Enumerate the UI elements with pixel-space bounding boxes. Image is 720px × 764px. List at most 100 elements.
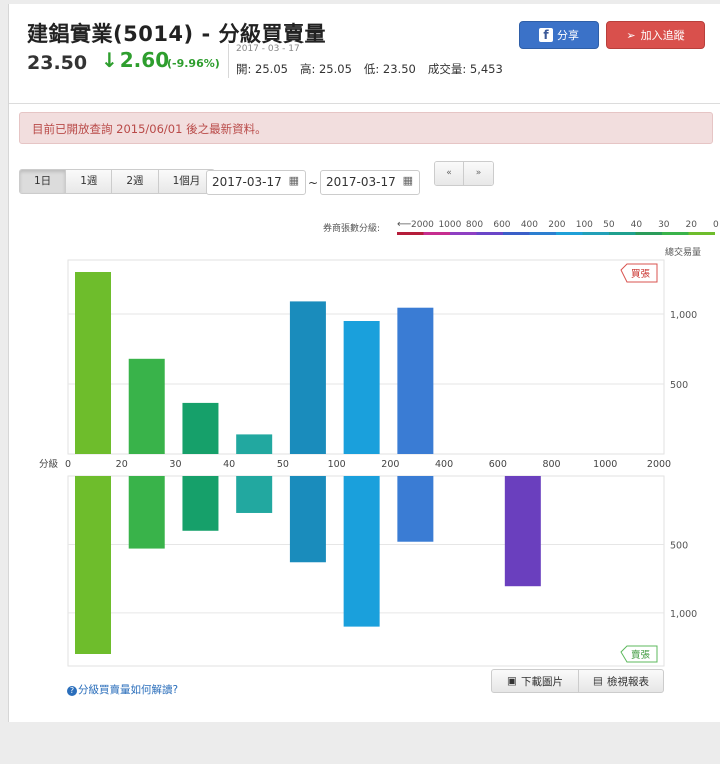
- high-price: 高: 25.05: [299, 62, 352, 76]
- buy-bar: [343, 321, 380, 454]
- legend-level-label: 0: [713, 220, 719, 230]
- legend-level-label: 200: [548, 220, 565, 230]
- y-tick-label: 1,000: [670, 310, 697, 321]
- legend-level-label: 1000: [438, 220, 461, 230]
- range-button-1w[interactable]: 1週: [66, 170, 113, 193]
- x-tick-label: 600: [489, 459, 507, 470]
- range-button-2w[interactable]: 2週: [112, 170, 159, 193]
- legend-level-label: 40: [631, 220, 643, 230]
- x-axis-title: 分級: [39, 458, 59, 470]
- legend-level-label: 50: [603, 220, 615, 230]
- buy-tag-label: 買張: [631, 269, 651, 280]
- sell-bar: [289, 476, 326, 563]
- volume-tier-chart: 券商張數分級: ⟵ 2000 1000 800 600 400 200 100 50 40 30 20 0…: [39, 219, 719, 667]
- sell-bar: [343, 476, 380, 627]
- open-price: 開: 25.05: [236, 62, 288, 76]
- legend-arrow: ⟵: [397, 219, 411, 230]
- down-arrow-icon: ↓: [101, 48, 118, 72]
- date-range-separator: ~: [308, 176, 319, 190]
- x-tick-label: 100: [328, 459, 346, 470]
- next-day-button[interactable]: »: [464, 162, 493, 185]
- legend-level-label: 400: [521, 220, 538, 230]
- y-tick-label: 500: [670, 380, 688, 391]
- legend-level-label: 100: [576, 220, 593, 230]
- date-from-value: 2017-03-17: [212, 175, 282, 189]
- price-change-value: 2.60: [119, 48, 170, 72]
- help-link-label: 分級買賣量如何解讀?: [78, 684, 179, 696]
- x-tick-label: 50: [277, 459, 289, 470]
- x-tick-label: 200: [381, 459, 399, 470]
- price-change: ↓ 2.60: [101, 48, 169, 72]
- x-tick-label: 20: [116, 459, 128, 470]
- notice-alert: 目前已開放查詢 2015/06/01 後之最新資料。: [19, 112, 713, 144]
- quote-stats: 開: 25.05 高: 25.05 低: 23.50 成交量: 5,453: [236, 61, 515, 77]
- x-tick-label: 0: [65, 459, 71, 470]
- legend-color-swatch: [635, 232, 662, 235]
- buy-bar: [397, 307, 434, 454]
- legend-color-swatch: [529, 232, 556, 235]
- buy-bar: [182, 402, 219, 454]
- date-to-input[interactable]: 2017-03-17 ▦: [320, 170, 420, 195]
- date-from-input[interactable]: 2017-03-17 ▦: [206, 170, 306, 195]
- calendar-icon[interactable]: ▦: [289, 174, 299, 187]
- facebook-icon: f: [539, 28, 553, 42]
- divider: [228, 44, 229, 78]
- legend-level-label: 800: [466, 220, 483, 230]
- sell-bar: [182, 476, 219, 531]
- buy-bar: [128, 358, 165, 454]
- prev-day-button[interactable]: «: [435, 162, 464, 185]
- buy-bar: [75, 272, 111, 454]
- legend-color-swatch: [556, 232, 583, 235]
- quote-header: 建錩實業(5014) - 分級買賣量 23.50 ↓ 2.60 (-9.96%) …: [9, 4, 720, 104]
- sell-bar: [128, 476, 165, 549]
- last-price: 23.50: [27, 52, 88, 74]
- legend-level-label: 600: [493, 220, 510, 230]
- legend-color-swatch: [397, 232, 424, 235]
- help-link[interactable]: ? 分級買賣量如何解讀?: [67, 682, 178, 697]
- legend-color-swatch: [450, 232, 477, 235]
- share-label: 分享: [557, 29, 579, 42]
- report-icon: ▤: [593, 675, 603, 687]
- view-report-button[interactable]: ▤ 檢視報表: [578, 669, 664, 693]
- track-label: 加入追蹤: [640, 29, 685, 42]
- y-axis-title: 總交易量: [665, 246, 701, 258]
- sell-bar: [504, 476, 541, 587]
- legend-color-swatch: [582, 232, 609, 235]
- add-tracking-button[interactable]: ➢ 加入追蹤: [606, 21, 705, 49]
- low-price: 低: 23.50: [363, 62, 416, 76]
- x-tick-label: 400: [435, 459, 453, 470]
- y-tick-label: 1,000: [670, 609, 697, 620]
- y-tick-label: 500: [670, 540, 688, 551]
- x-tick-label: 1000: [593, 459, 617, 470]
- legend-level-label: 30: [658, 220, 670, 230]
- x-tick-label: 800: [542, 459, 560, 470]
- legend-color-swatch: [662, 232, 689, 235]
- quote-date: 2017 - 03 - 17: [236, 44, 300, 54]
- sell-tag-label: 賣張: [631, 649, 651, 661]
- legend-title: 券商張數分級:: [323, 222, 380, 234]
- date-nav: « »: [434, 161, 494, 186]
- sell-bar: [236, 476, 273, 513]
- share-button[interactable]: f 分享: [519, 21, 599, 49]
- legend-color-swatch: [476, 232, 503, 235]
- image-icon: ▣: [507, 675, 517, 687]
- legend-color-swatch: [688, 232, 715, 235]
- x-tick-label: 30: [169, 459, 181, 470]
- question-icon: ?: [67, 686, 77, 696]
- main-panel: 建錩實業(5014) - 分級買賣量 23.50 ↓ 2.60 (-9.96%) …: [8, 4, 720, 722]
- range-button-1d[interactable]: 1日: [20, 170, 67, 193]
- download-image-button[interactable]: ▣ 下載圖片: [491, 669, 579, 693]
- legend-color-swatch: [609, 232, 636, 235]
- legend-color-swatch: [423, 232, 450, 235]
- x-tick-label: 40: [223, 459, 235, 470]
- add-watchlist-icon: ➢: [626, 28, 636, 42]
- calendar-icon[interactable]: ▦: [403, 174, 413, 187]
- buy-bar: [236, 434, 273, 454]
- date-to-value: 2017-03-17: [326, 175, 396, 189]
- sell-bar: [75, 476, 111, 654]
- price-change-pct: (-9.96%): [167, 57, 220, 70]
- legend-level-label: 20: [686, 220, 698, 230]
- trade-volume: 成交量: 5,453: [427, 62, 503, 76]
- download-label: 下載圖片: [520, 675, 563, 688]
- x-tick-label: 2000: [647, 459, 671, 470]
